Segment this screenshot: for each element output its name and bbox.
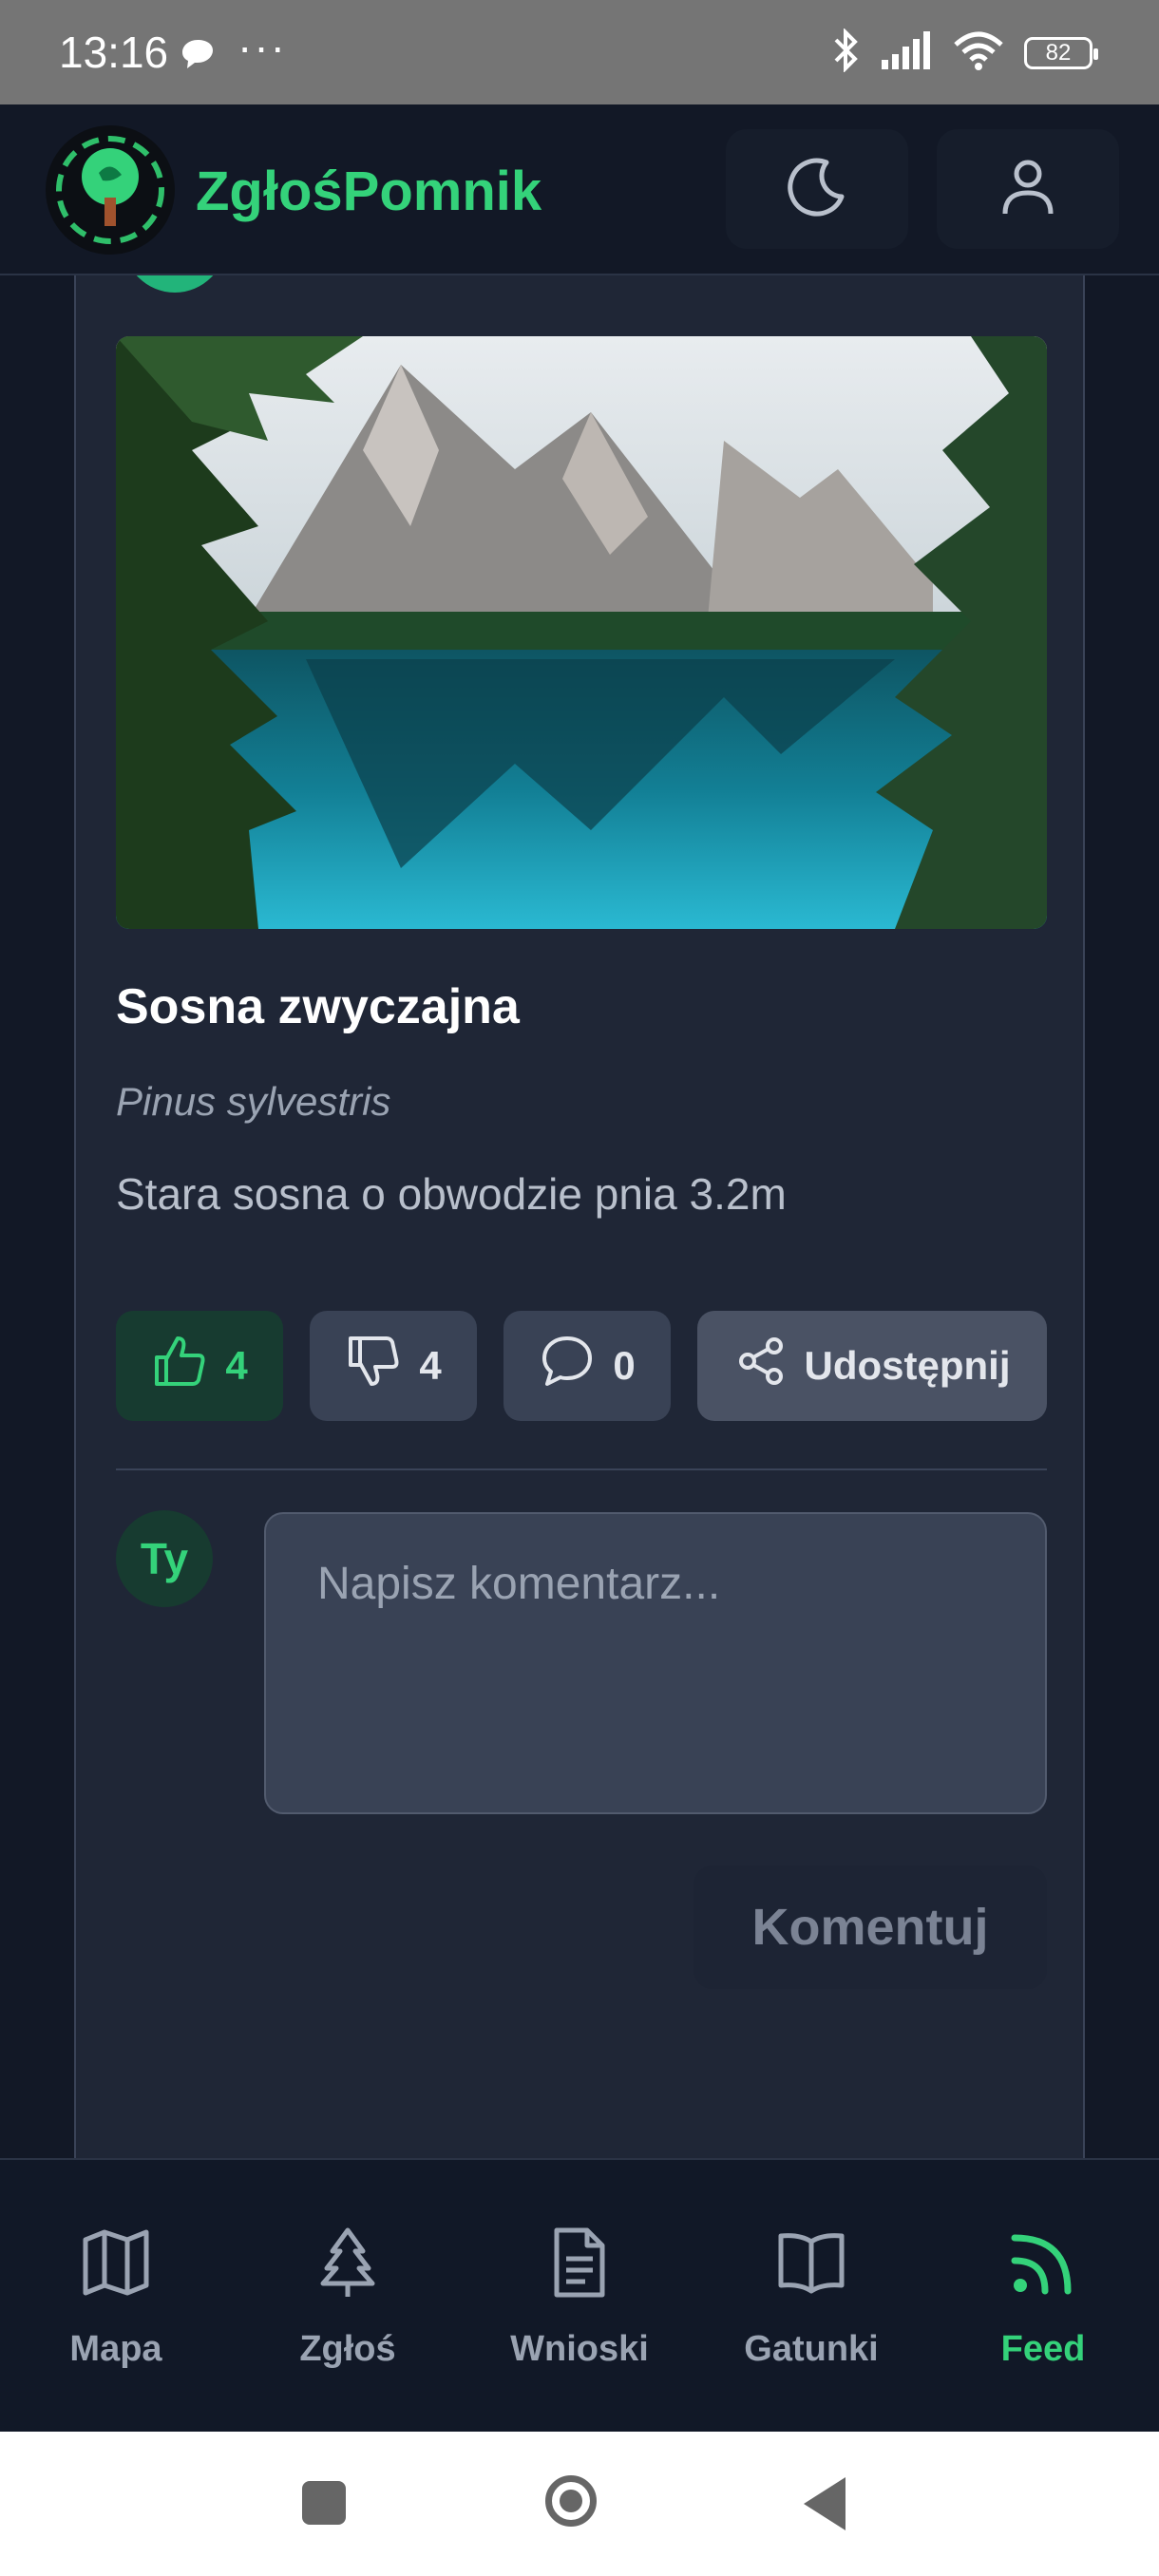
map-icon bbox=[78, 2225, 154, 2310]
submit-comment-button[interactable]: Komentuj bbox=[694, 1866, 1047, 1989]
chat-notification-icon bbox=[180, 38, 215, 75]
like-button[interactable]: 4 bbox=[116, 1311, 283, 1421]
dislike-count: 4 bbox=[419, 1343, 442, 1388]
nav-label: Zgłoś bbox=[299, 2329, 396, 2369]
nav-item-wnioski[interactable]: Wnioski bbox=[464, 2160, 695, 2432]
system-navigation-bar bbox=[0, 2432, 1159, 2576]
share-label: Udostępnij bbox=[804, 1343, 1011, 1388]
like-count: 4 bbox=[225, 1343, 248, 1388]
signal-icon bbox=[880, 31, 933, 74]
profile-button[interactable] bbox=[937, 129, 1119, 249]
comment-button[interactable]: 0 bbox=[504, 1311, 671, 1421]
post-description: Stara sosna o obwodzie pnia 3.2m bbox=[116, 1169, 787, 1219]
tree-icon bbox=[310, 2225, 386, 2310]
nav-item-zglos[interactable]: Zgłoś bbox=[232, 2160, 464, 2432]
book-icon bbox=[773, 2225, 849, 2310]
home-button[interactable] bbox=[545, 2475, 597, 2527]
post-photo[interactable] bbox=[116, 336, 1047, 929]
comment-icon bbox=[539, 1333, 596, 1399]
nav-label: Gatunki bbox=[744, 2329, 879, 2369]
wifi-icon bbox=[952, 29, 1005, 76]
rss-icon bbox=[1005, 2225, 1081, 2310]
nav-item-feed[interactable]: Feed bbox=[927, 2160, 1159, 2432]
share-button[interactable]: Udostępnij bbox=[697, 1311, 1047, 1421]
post-author-avatar[interactable] bbox=[124, 275, 226, 293]
document-icon bbox=[542, 2225, 618, 2310]
recent-apps-button[interactable] bbox=[302, 2481, 346, 2525]
nav-label: Feed bbox=[1000, 2329, 1086, 2369]
status-bar: 13:16 ··· 82 bbox=[0, 0, 1159, 104]
post-actions: 4 4 0 Udostępnij bbox=[116, 1311, 1047, 1421]
status-time: 13:16 bbox=[59, 28, 169, 77]
app-name: ZgłośPomnik bbox=[196, 161, 542, 222]
feed-content[interactable]: Sosna zwyczajna Pinus sylvestris Stara s… bbox=[0, 275, 1159, 2158]
dislike-button[interactable]: 4 bbox=[310, 1311, 477, 1421]
divider bbox=[116, 1468, 1047, 1470]
post-title: Sosna zwyczajna bbox=[116, 979, 520, 1034]
app-header: ZgłośPomnik bbox=[0, 104, 1159, 275]
battery-indicator: 82 bbox=[1024, 36, 1098, 69]
thumbs-down-icon bbox=[345, 1333, 402, 1399]
nav-label: Mapa bbox=[69, 2329, 162, 2369]
nav-item-mapa[interactable]: Mapa bbox=[0, 2160, 232, 2432]
post-latin-name: Pinus sylvestris bbox=[116, 1079, 391, 1124]
more-notifications-icon: ··· bbox=[238, 22, 287, 71]
app-logo[interactable] bbox=[46, 125, 175, 255]
comment-input[interactable] bbox=[264, 1512, 1047, 1814]
user-icon bbox=[994, 153, 1062, 226]
nav-item-gatunki[interactable]: Gatunki bbox=[695, 2160, 927, 2432]
share-icon bbox=[734, 1335, 788, 1397]
thumbs-up-icon bbox=[151, 1333, 208, 1399]
bluetooth-icon bbox=[832, 28, 861, 77]
nav-label: Wnioski bbox=[510, 2329, 649, 2369]
theme-toggle-button[interactable] bbox=[726, 129, 908, 249]
moon-icon bbox=[783, 153, 851, 226]
back-button[interactable] bbox=[804, 2477, 846, 2530]
comment-count: 0 bbox=[613, 1343, 636, 1388]
bottom-navigation: Mapa Zgłoś Wnioski Gatunki Feed bbox=[0, 2158, 1159, 2432]
post-card: Sosna zwyczajna Pinus sylvestris Stara s… bbox=[74, 275, 1085, 2158]
current-user-avatar: Ty bbox=[116, 1510, 213, 1607]
